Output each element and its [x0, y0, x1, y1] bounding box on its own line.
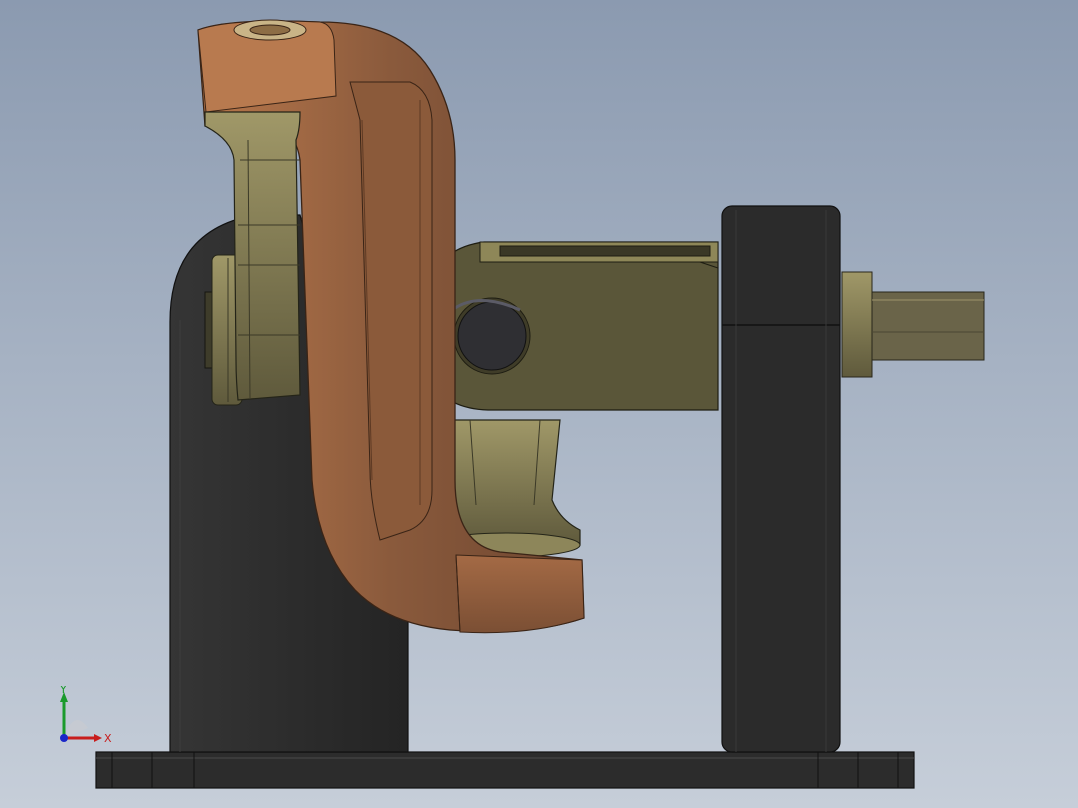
cad-viewport[interactable]: Y X [0, 0, 1078, 808]
coordinate-triad: Y X [59, 686, 112, 745]
model-view[interactable] [0, 0, 1078, 808]
olive-fork[interactable] [419, 241, 719, 411]
z-axis-point [60, 734, 68, 742]
output-shaft[interactable] [841, 271, 985, 378]
base-plate[interactable] [95, 751, 915, 789]
right-support[interactable] [721, 205, 841, 753]
x-axis-label: X [104, 732, 112, 745]
y-axis-label: Y [59, 686, 67, 696]
